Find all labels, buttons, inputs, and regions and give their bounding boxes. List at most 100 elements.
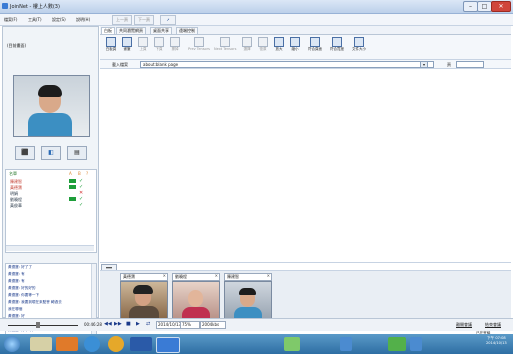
close-icon[interactable]: ✕ bbox=[163, 273, 166, 278]
minimize-button[interactable]: – bbox=[463, 1, 478, 12]
zoom-out-button[interactable]: 縮小 bbox=[288, 37, 302, 55]
fit-width-button[interactable]: 符合寬度 bbox=[328, 37, 346, 55]
menu-file[interactable]: 檔案(F) bbox=[4, 17, 17, 23]
menu-settings[interactable]: 設定(S) bbox=[52, 17, 66, 23]
chat-line: 黃德寶: 好了了 bbox=[8, 265, 32, 269]
tab-cobrowse[interactable]: 共同瀏覽網頁 bbox=[116, 27, 146, 34]
video-person-head bbox=[188, 290, 203, 307]
menu-help[interactable]: 說明(H) bbox=[76, 17, 90, 23]
prev-tensors-button[interactable]: Prev Tensors bbox=[188, 37, 210, 55]
timeline-slider[interactable] bbox=[8, 325, 78, 326]
button-label: 白板頁 bbox=[105, 47, 117, 51]
title-bar: JoinNet - 樓上人數(3) – □ ✕ bbox=[0, 0, 513, 14]
speaking-indicator bbox=[69, 179, 76, 183]
fit-page-icon bbox=[310, 37, 320, 47]
close-icon: ✕ bbox=[498, 3, 504, 10]
chrome-icon[interactable] bbox=[108, 336, 124, 352]
fast-forward-button[interactable]: ▶▶ bbox=[114, 321, 122, 327]
tab-desktop-share[interactable]: 桌面共享 bbox=[150, 27, 172, 34]
zoom-in-icon bbox=[274, 37, 284, 47]
pen-button[interactable]: 畫筆 bbox=[120, 37, 134, 55]
next-page-button[interactable]: 下一頁 bbox=[134, 15, 154, 25]
button-label: 畫筆 bbox=[123, 47, 131, 51]
video-person-hair bbox=[38, 85, 62, 97]
participant-video-tile[interactable]: 黃德寶 ✕ bbox=[120, 273, 168, 319]
document-size-button[interactable]: 文件大小 bbox=[350, 37, 368, 55]
prev-button[interactable]: 上頁 bbox=[136, 37, 150, 55]
button-label: 復原 bbox=[259, 47, 267, 51]
next-button[interactable]: 下頁 bbox=[152, 37, 166, 55]
members-horizontal-scrollbar[interactable] bbox=[6, 245, 94, 251]
button-label: 符合頁面 bbox=[308, 47, 322, 51]
sync-button[interactable]: ⇄ bbox=[146, 321, 150, 327]
chat-line: 黃德寶: 有 bbox=[8, 279, 25, 283]
erase-button[interactable]: 擦掉 bbox=[168, 37, 182, 55]
timeline-slider-handle[interactable] bbox=[36, 322, 40, 328]
maximize-button[interactable]: □ bbox=[477, 1, 492, 12]
tray-app-icon[interactable] bbox=[284, 337, 300, 351]
whiteboard-canvas[interactable] bbox=[100, 69, 511, 263]
next-icon bbox=[154, 37, 164, 47]
stop-button[interactable]: ■ bbox=[126, 321, 131, 327]
next-tensors-button[interactable]: Next Tensors bbox=[214, 37, 236, 55]
next-tensors-icon bbox=[220, 37, 230, 47]
participant-video-tile[interactable]: 劉曉程 ✕ bbox=[172, 273, 220, 319]
zoom-in-button[interactable]: 放大 bbox=[272, 37, 286, 55]
prev-page-button[interactable]: 上一頁 bbox=[112, 15, 132, 25]
button-label: 縮小 bbox=[291, 47, 299, 51]
system-clock[interactable]: 下午 07:08 2014/10/13 bbox=[486, 336, 507, 346]
tray-battery-icon[interactable] bbox=[388, 337, 406, 351]
address-dropdown-button[interactable]: ▾ bbox=[420, 61, 428, 68]
tab-remote-control[interactable]: 遠端控制 bbox=[176, 27, 198, 34]
media-player-icon[interactable] bbox=[56, 337, 78, 351]
members-header-help: ? bbox=[86, 171, 89, 176]
start-button[interactable] bbox=[4, 336, 20, 352]
tab-bar: 白板 共同瀏覽網頁 桌面共享 遠端控制 bbox=[100, 26, 511, 35]
button-label: 放大 bbox=[275, 47, 283, 51]
close-button[interactable]: ✕ bbox=[491, 1, 511, 12]
zoom-display: 75% bbox=[180, 321, 200, 329]
play-button[interactable]: ▶ bbox=[136, 321, 140, 327]
chat-line: 黃德寶: 你要等一下 bbox=[8, 293, 40, 297]
close-icon[interactable]: ✕ bbox=[215, 273, 218, 278]
rewind-button[interactable]: ◀◀ bbox=[104, 321, 112, 327]
document-bar: 載入檔案 about:blank page ▾ 頁 bbox=[100, 60, 511, 69]
camera-panel-title: (目前畫面) bbox=[7, 43, 27, 48]
browser-icon[interactable] bbox=[84, 336, 100, 352]
whiteboard-page-button[interactable]: 白板頁 bbox=[104, 37, 118, 55]
whiteboard-toolbar: 白板頁 畫筆 上頁 下頁 擦掉 Prev Tensors Next Tensor… bbox=[100, 35, 511, 60]
select-icon bbox=[242, 37, 252, 47]
button-label: 文件大小 bbox=[352, 47, 366, 51]
tab-whiteboard[interactable]: 白板 bbox=[101, 27, 115, 34]
end-meeting-link[interactable]: 結束會議 bbox=[485, 322, 501, 328]
page-select[interactable] bbox=[456, 61, 484, 68]
pointer-tool-button[interactable]: ➚ bbox=[160, 15, 176, 25]
undo-button[interactable]: 復原 bbox=[256, 37, 270, 55]
load-file-label[interactable]: 載入檔案 bbox=[112, 62, 128, 68]
chat-line: 黃德寶: 好的好的 bbox=[8, 286, 36, 290]
word-icon[interactable] bbox=[130, 337, 152, 351]
close-icon[interactable]: ✕ bbox=[267, 273, 270, 278]
participant-video-tile[interactable]: 陳建智 ✕ bbox=[224, 273, 272, 319]
fit-width-icon bbox=[332, 37, 342, 47]
joinnet-taskbar-icon[interactable] bbox=[156, 337, 180, 353]
leave-meeting-link[interactable]: 離開會議 bbox=[456, 322, 472, 328]
select-button[interactable]: 選擇 bbox=[240, 37, 254, 55]
chat-line: 黃德寶: 我要到現在來點會 轉過去 bbox=[8, 300, 62, 304]
menu-tools[interactable]: 工具(T) bbox=[28, 17, 42, 23]
video-settings-button[interactable]: ▤ bbox=[67, 146, 87, 160]
video-layout-button[interactable]: ◧ bbox=[41, 146, 61, 160]
chat-scrollbar[interactable] bbox=[91, 264, 96, 344]
tray-volume-icon[interactable] bbox=[410, 337, 422, 351]
fit-page-button[interactable]: 符合頁面 bbox=[306, 37, 324, 55]
members-list: 名單 A B ? 陳建智 ✓ 黃德寶 ✓ 明娟 ✕ 劉曉程 ✓ 黃俊華 ✓ bbox=[5, 169, 97, 253]
app-icon bbox=[2, 3, 8, 9]
participant-video-label: 黃德寶 bbox=[120, 273, 168, 281]
document-address-input[interactable]: about:blank page bbox=[140, 61, 434, 68]
video-stop-button[interactable]: ⬛ bbox=[15, 146, 35, 160]
chat-log: 黃德寶: 好了了 黃德寶: 有 黃德寶: 有 黃德寶: 好的好的 黃德寶: 你要… bbox=[5, 263, 97, 345]
tray-network-icon[interactable] bbox=[340, 337, 352, 351]
file-explorer-icon[interactable] bbox=[30, 337, 52, 351]
page-label: 頁 bbox=[447, 62, 451, 67]
document-size-icon bbox=[354, 37, 364, 47]
